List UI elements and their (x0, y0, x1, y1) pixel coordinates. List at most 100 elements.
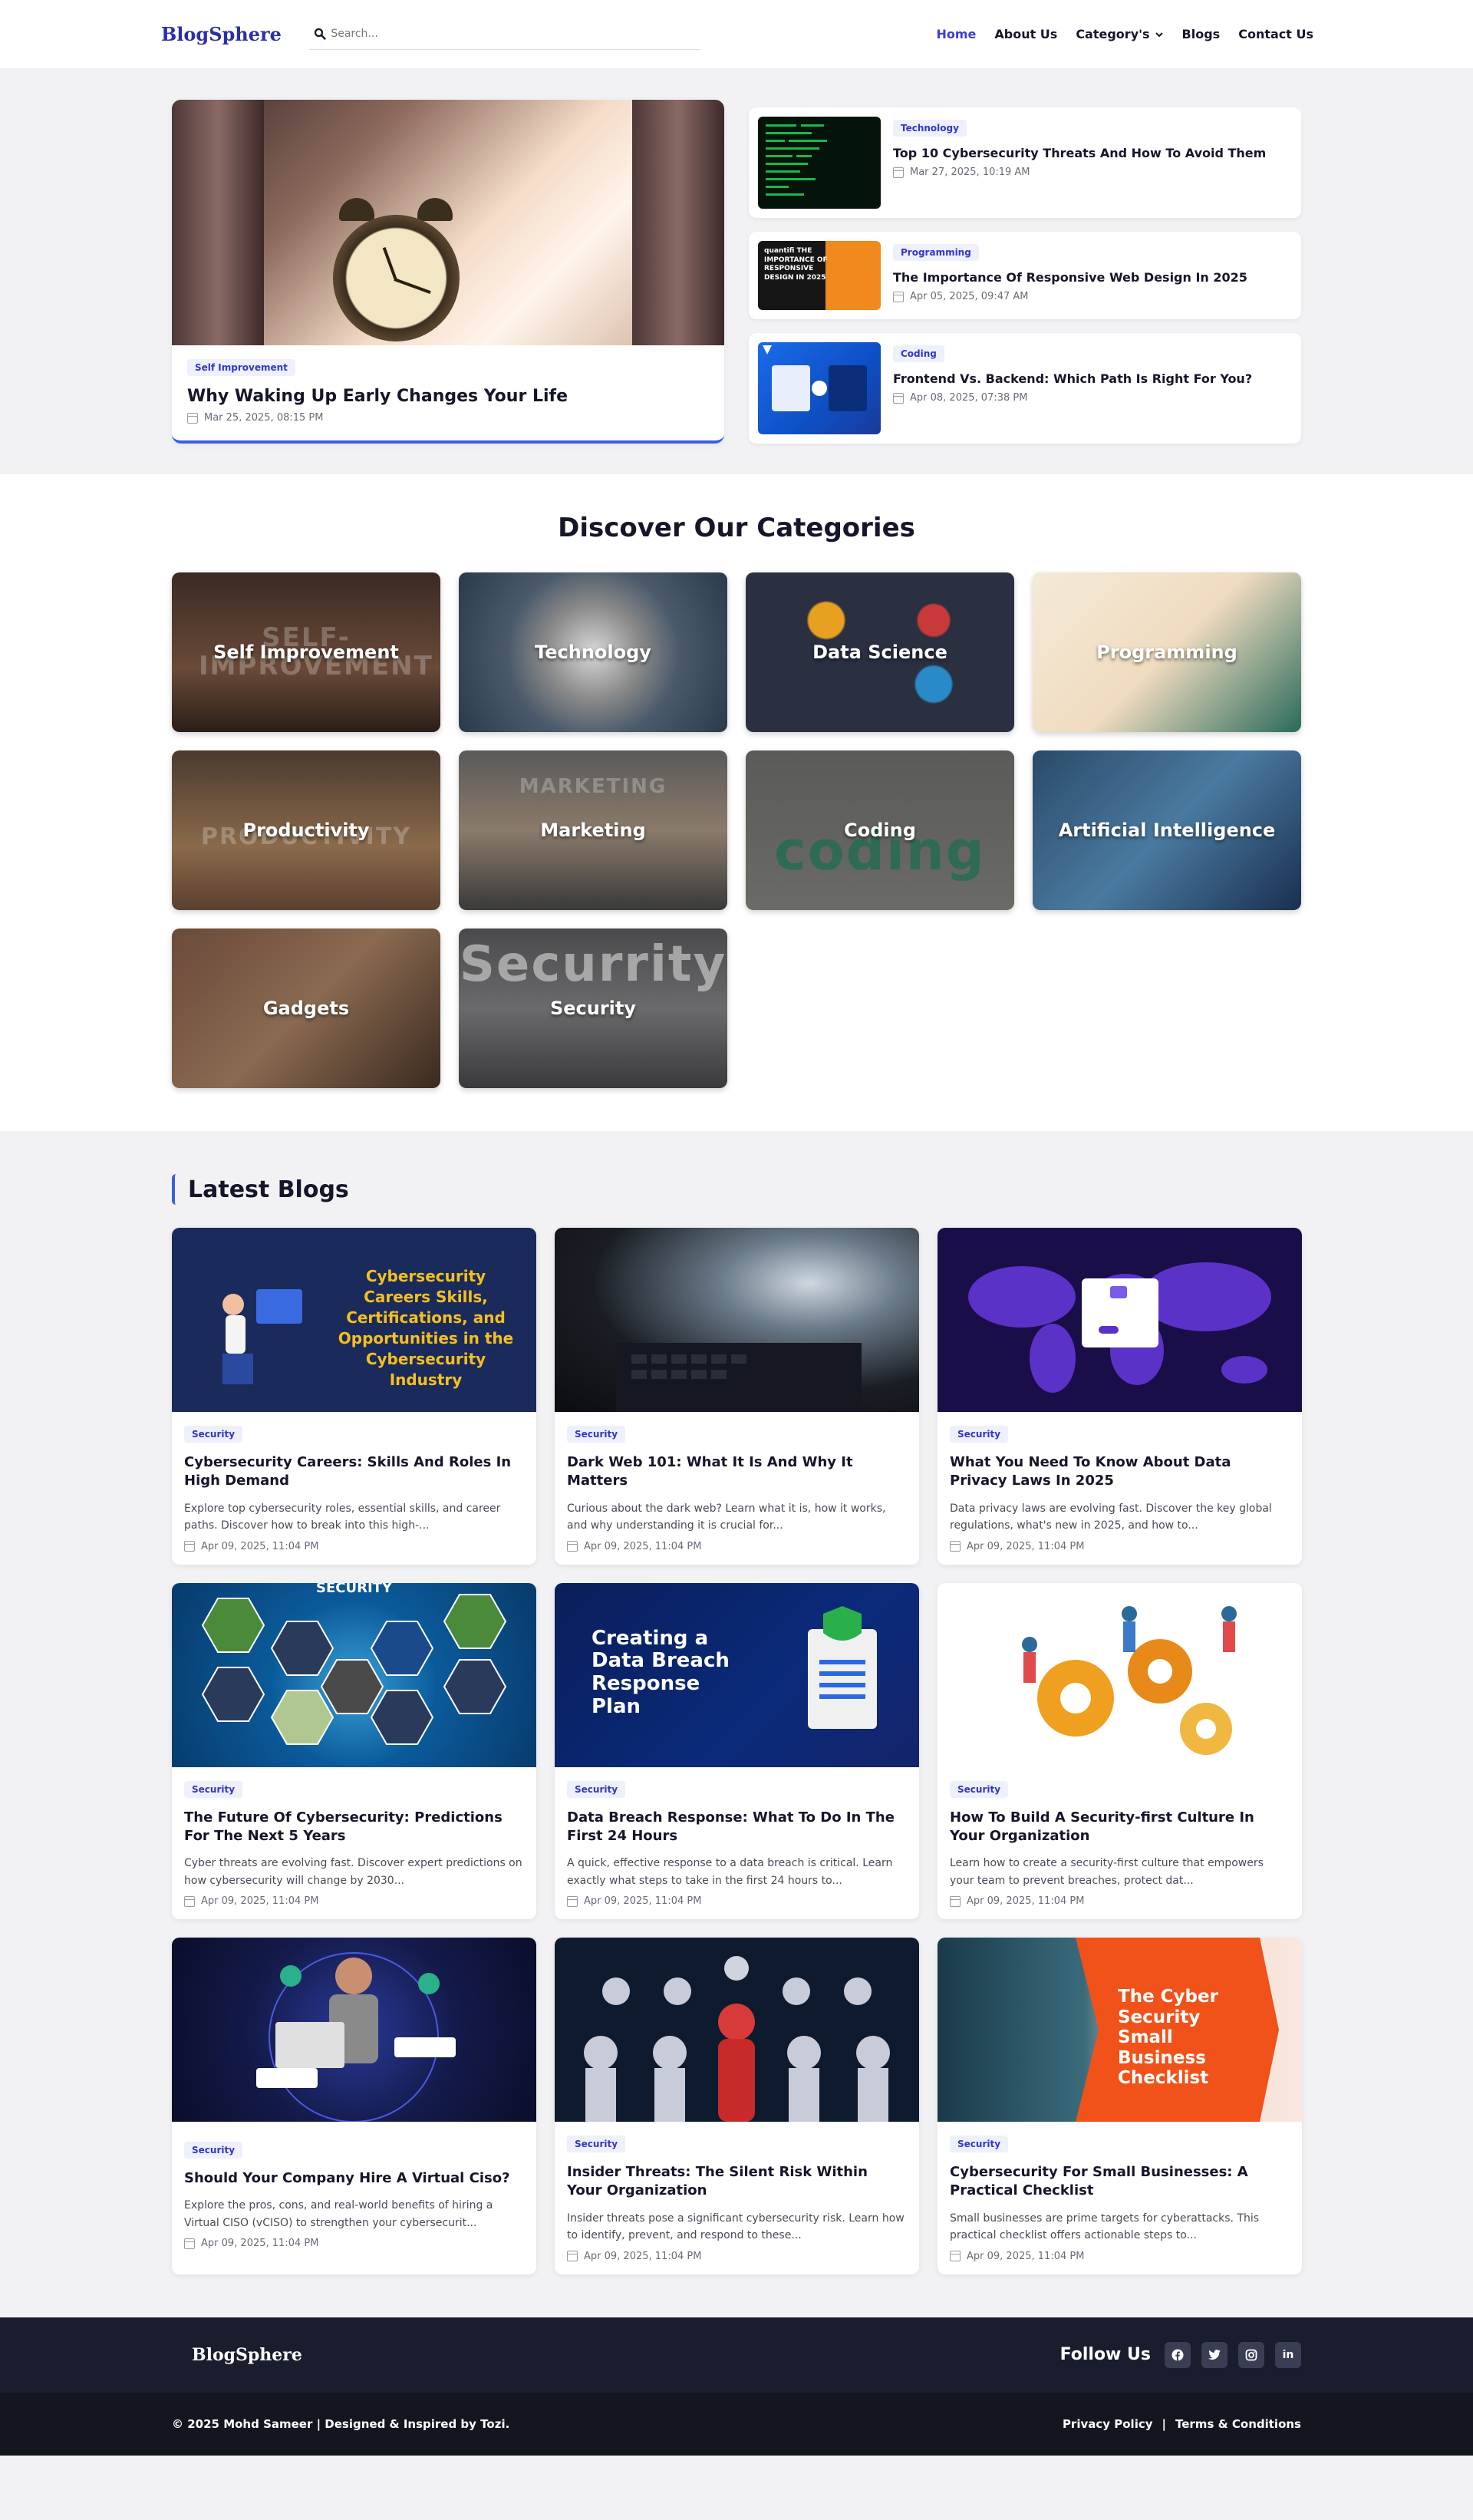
post-category-tag[interactable]: Security (567, 1780, 626, 1798)
nav-categories-label: Category's (1076, 27, 1150, 41)
post-category-tag[interactable]: Programming (893, 244, 979, 261)
post-title[interactable]: How To Build A Security-first Culture In… (950, 1809, 1290, 1846)
side-post-image-text: quantifi THE IMPORTANCE OF RESPONSIVE DE… (764, 247, 828, 282)
blog-card[interactable]: Creating a Data Breach Response Plan Sec… (555, 1582, 919, 1920)
post-date-text: Apr 08, 2025, 07:38 PM (910, 392, 1028, 404)
category-card-technology[interactable]: Technology (459, 572, 727, 732)
facebook-icon[interactable] (1165, 2341, 1191, 2368)
privacy-policy-link[interactable]: Privacy Policy (1063, 2417, 1153, 2431)
blog-card-image: Cybersecurity Careers Skills, Certificat… (172, 1228, 536, 1412)
blog-card[interactable]: The Cyber Security Small Business Checkl… (938, 1938, 1302, 2274)
category-card-productivity[interactable]: PRODUCTIVITY Productivity (172, 750, 440, 910)
terms-link[interactable]: Terms & Conditions (1175, 2417, 1301, 2431)
category-card-coding[interactable]: coding Coding (746, 750, 1014, 910)
category-card-data-science[interactable]: Data Science (746, 572, 1014, 732)
post-title[interactable]: Cybersecurity For Small Businesses: A Pr… (950, 2163, 1290, 2201)
featured-post-card[interactable]: Self Improvement Why Waking Up Early Cha… (172, 100, 724, 444)
post-title[interactable]: Dark Web 101: What It Is And Why It Matt… (567, 1453, 907, 1491)
post-excerpt: Data privacy laws are evolving fast. Dis… (950, 1502, 1272, 1532)
post-date: Apr 08, 2025, 07:38 PM (893, 392, 1252, 404)
featured-section: Self Improvement Why Waking Up Early Cha… (0, 69, 1473, 474)
post-category-tag[interactable]: Security (950, 1780, 1009, 1798)
post-category-tag[interactable]: Security (567, 2136, 626, 2153)
linkedin-icon[interactable]: in (1275, 2341, 1301, 2368)
copyright: © 2025 Mohd Sameer | Designed & Inspired… (172, 2416, 510, 2431)
category-label: Coding (844, 820, 916, 841)
post-date: Apr 09, 2025, 11:04 PM (567, 1541, 907, 1552)
search-input[interactable] (331, 28, 700, 40)
blog-card[interactable]: Security What You Need To Know About Dat… (938, 1228, 1302, 1565)
post-date: Apr 09, 2025, 11:04 PM (567, 2251, 907, 2262)
site-footer: BlogSphere Follow Us in © 2025 Mohd Same… (0, 2317, 1473, 2456)
side-post-card[interactable]: Coding Frontend Vs. Backend: Which Path … (749, 333, 1301, 444)
blog-card-image-text: Cybersecurity Careers Skills, Certificat… (338, 1267, 514, 1389)
chevron-down-icon (1155, 31, 1163, 37)
post-date: Apr 09, 2025, 11:04 PM (184, 1541, 524, 1552)
post-title[interactable]: The Future Of Cybersecurity: Predictions… (184, 1809, 524, 1846)
featured-post-image (172, 100, 724, 345)
post-title[interactable]: The Importance Of Responsive Web Design … (893, 270, 1247, 285)
post-category-tag[interactable]: Coding (893, 345, 944, 362)
blog-card-image: Creating a Data Breach Response Plan (555, 1582, 919, 1767)
blog-card[interactable]: Security Dark Web 101: What It Is And Wh… (555, 1228, 919, 1565)
nav-blogs[interactable]: Blogs (1182, 27, 1221, 41)
category-card-marketing[interactable]: MARKETING Marketing (459, 750, 727, 910)
post-excerpt: Small businesses are prime targets for c… (950, 2212, 1260, 2242)
post-title[interactable]: What You Need To Know About Data Privacy… (950, 1453, 1290, 1491)
site-header: BlogSphere Home About Us Category's Blog… (0, 0, 1473, 69)
post-date: Apr 09, 2025, 11:04 PM (184, 1895, 524, 1907)
blog-card[interactable]: Cybersecurity Careers Skills, Certificat… (172, 1228, 536, 1565)
post-title[interactable]: Top 10 Cybersecurity Threats And How To … (893, 146, 1266, 160)
site-logo[interactable]: BlogSphere (161, 23, 295, 45)
calendar-icon (893, 291, 904, 302)
post-excerpt: Cyber threats are evolving fast. Discove… (184, 1857, 522, 1887)
post-title[interactable]: Should Your Company Hire A Virtual Ciso? (184, 2169, 524, 2188)
footer-logo[interactable]: BlogSphere (192, 2345, 302, 2365)
post-category-tag[interactable]: Self Improvement (187, 359, 295, 376)
category-card-artificial-intelligence[interactable]: Artificial Intelligence (1033, 750, 1301, 910)
category-label: Data Science (812, 642, 947, 663)
nav-categories[interactable]: Category's (1076, 27, 1163, 41)
post-category-tag[interactable]: Security (567, 1426, 626, 1443)
nav-home[interactable]: Home (936, 27, 976, 41)
side-post-image (758, 117, 881, 209)
blog-card[interactable]: SECURITY Security The Future Of Cybersec… (172, 1582, 536, 1920)
twitter-icon[interactable] (1201, 2341, 1228, 2368)
post-category-tag[interactable]: Security (184, 1426, 243, 1443)
post-date: Apr 09, 2025, 11:04 PM (950, 2251, 1290, 2262)
post-title[interactable]: Frontend Vs. Backend: Which Path Is Righ… (893, 371, 1252, 386)
category-card-security[interactable]: Securrity Security (459, 929, 727, 1088)
category-card-self-improvement[interactable]: SELF-IMPROVEMENT Self Improvement (172, 572, 440, 732)
category-card-programming[interactable]: Programming (1033, 572, 1301, 732)
post-category-tag[interactable]: Security (950, 2136, 1009, 2153)
category-card-gadgets[interactable]: Gadgets (172, 929, 440, 1088)
latest-blogs-title: Latest Blogs (188, 1176, 349, 1203)
post-title[interactable]: Data Breach Response: What To Do In The … (567, 1809, 907, 1846)
side-post-card[interactable]: quantifi THE IMPORTANCE OF RESPONSIVE DE… (749, 232, 1301, 319)
post-excerpt: A quick, effective response to a data br… (567, 1857, 893, 1887)
blog-card[interactable]: Security How To Build A Security-first C… (938, 1582, 1302, 1920)
post-title[interactable]: Insider Threats: The Silent Risk Within … (567, 2163, 907, 2201)
calendar-icon (950, 1895, 961, 1907)
blog-card[interactable]: Security Should Your Company Hire A Virt… (172, 1938, 536, 2274)
post-excerpt: Curious about the dark web? Learn what i… (567, 1502, 886, 1532)
post-date-text: Apr 09, 2025, 11:04 PM (584, 1895, 702, 1908)
category-label: Self Improvement (213, 642, 399, 663)
post-date-text: Apr 09, 2025, 11:04 PM (201, 1895, 319, 1908)
post-category-tag[interactable]: Technology (893, 120, 967, 137)
calendar-icon (950, 1541, 961, 1552)
side-post-card[interactable]: Technology Top 10 Cybersecurity Threats … (749, 107, 1301, 218)
nav-contact[interactable]: Contact Us (1238, 27, 1313, 41)
post-category-tag[interactable]: Security (184, 1780, 243, 1798)
post-title[interactable]: Cybersecurity Careers: Skills And Roles … (184, 1453, 524, 1491)
blog-card[interactable]: Security Insider Threats: The Silent Ris… (555, 1938, 919, 2274)
post-category-tag[interactable]: Security (184, 2142, 243, 2159)
post-date-text: Apr 09, 2025, 11:04 PM (967, 2250, 1085, 2262)
category-label: Marketing (540, 820, 646, 841)
post-title[interactable]: Why Waking Up Early Changes Your Life (187, 387, 709, 406)
instagram-icon[interactable] (1238, 2341, 1264, 2368)
blog-card-image (172, 1938, 536, 2123)
nav-about[interactable]: About Us (994, 27, 1057, 41)
post-category-tag[interactable]: Security (950, 1426, 1009, 1443)
post-date-text: Apr 09, 2025, 11:04 PM (584, 2250, 702, 2262)
